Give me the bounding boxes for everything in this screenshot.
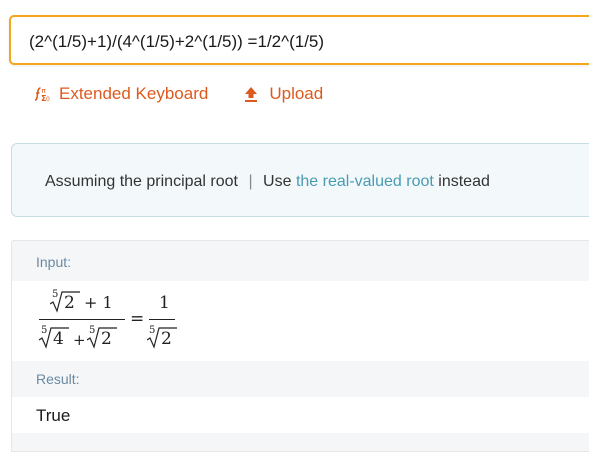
extended-keyboard-label: Extended Keyboard (59, 84, 209, 103)
assumption-suffix: instead (438, 173, 490, 190)
math-keyboard-icon: π Σ 0 (34, 87, 50, 103)
real-valued-root-link[interactable]: the real-valued root (296, 173, 434, 190)
num-radicand: 2 (64, 293, 75, 313)
result-pod-title: Result: (36, 371, 80, 387)
query-text[interactable]: (2^(1/5)+1)/(4^(1/5)+2^(1/5)) =1/2^(1/5) (29, 32, 324, 52)
den-plus: + (73, 331, 86, 349)
lhs-fraction-bar (39, 319, 125, 320)
den-radicand-2: 2 (101, 329, 112, 349)
results-panel: Input: 5 2 + 1 5 4 + 5 2 = 1 5 2 Result: (11, 240, 589, 452)
input-pod-body: 5 2 + 1 5 4 + 5 2 = 1 5 2 (12, 281, 589, 361)
input-toolbar: π Σ 0 Extended Keyboard Upload (32, 83, 323, 105)
assumption-separator: | (248, 173, 253, 190)
result-pod-body: True (12, 397, 589, 433)
assumption-line: Assuming the principal root | Use the re… (45, 173, 490, 191)
upload-icon (245, 87, 258, 102)
den-radicand-1: 4 (53, 329, 64, 349)
svg-text:0: 0 (46, 96, 50, 103)
result-value: True (36, 406, 71, 425)
upload-label: Upload (269, 84, 324, 103)
assumption-use-label: Use (263, 173, 292, 190)
assumption-prefix: Assuming the principal root (45, 173, 238, 190)
input-pod-title: Input: (36, 254, 72, 270)
equals-sign: = (130, 309, 145, 329)
rhs-radicand: 2 (161, 329, 172, 349)
rhs-numerator: 1 (159, 293, 170, 313)
query-input[interactable]: (2^(1/5)+1)/(4^(1/5)+2^(1/5)) =1/2^(1/5) (9, 15, 589, 65)
rhs-fraction-bar (149, 319, 175, 320)
upload-button[interactable]: Upload (242, 84, 323, 104)
assumption-box: Assuming the principal root | Use the re… (11, 143, 589, 217)
num-plus-one: + 1 (84, 293, 113, 312)
extended-keyboard-button[interactable]: π Σ 0 Extended Keyboard (32, 84, 208, 104)
